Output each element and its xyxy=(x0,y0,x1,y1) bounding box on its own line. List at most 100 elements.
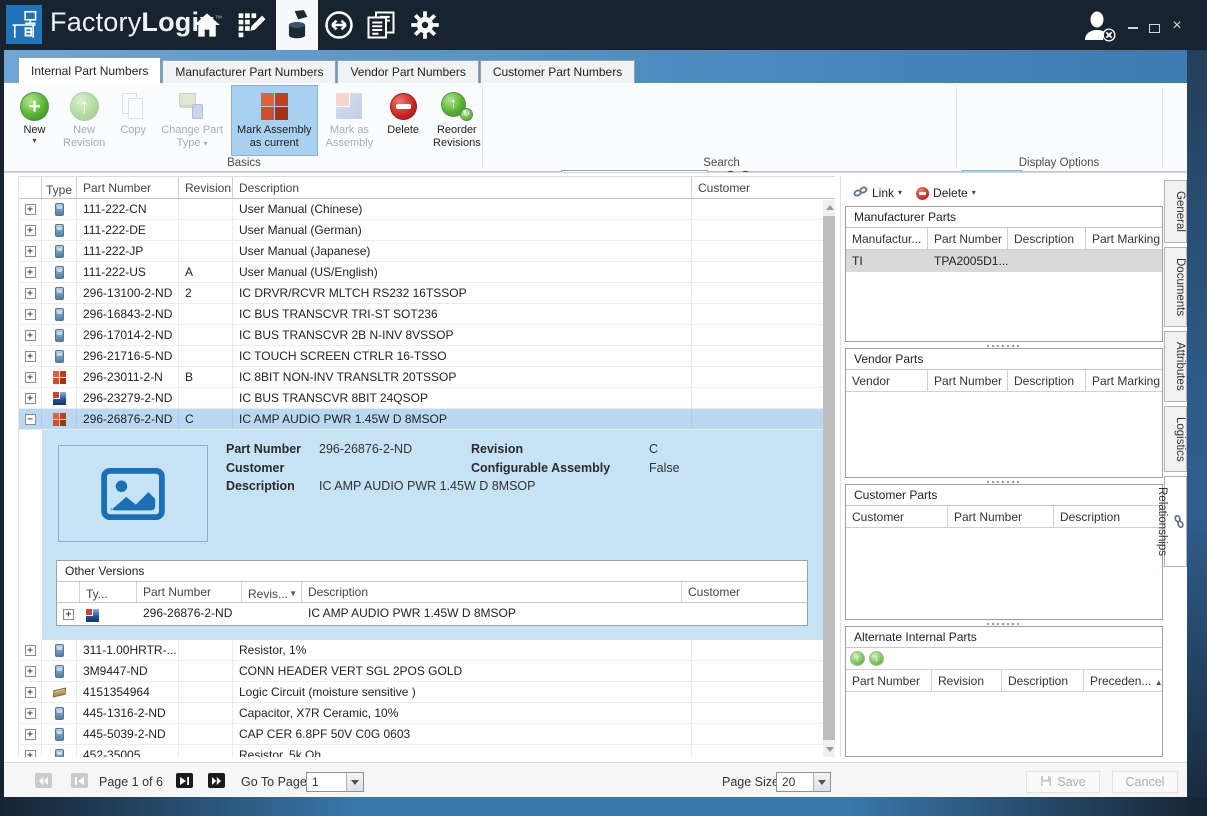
column-header-part-marking[interactable]: Part Marking xyxy=(1086,228,1162,249)
save-button[interactable]: Save xyxy=(1026,771,1100,793)
column-header-customer[interactable]: Customer xyxy=(846,506,948,527)
expand-row-button[interactable]: + xyxy=(24,749,36,757)
section-alternate-internal-parts: Alternate Internal Parts ↑ ↓ Part Number… xyxy=(845,626,1163,757)
settings-gear-icon[interactable] xyxy=(408,8,442,42)
minimize-button[interactable] xyxy=(1126,22,1140,34)
expand-row-button[interactable]: + xyxy=(24,665,36,677)
home-icon[interactable] xyxy=(190,8,224,42)
grid-row-296-17014-2-nd[interactable]: + 296-17014-2-ND IC BUS TRANSCVR 2B N-IN… xyxy=(19,325,835,346)
column-header-preceden[interactable]: Preceden... ▲ xyxy=(1084,670,1162,691)
tab-vendor-part-numbers[interactable]: Vendor Part Numbers xyxy=(337,60,479,83)
side-tab-attributes[interactable]: Attributes xyxy=(1164,331,1187,402)
expand-row-button[interactable]: + xyxy=(24,245,36,257)
column-header-description[interactable]: Description xyxy=(233,177,692,198)
grid-row-296-26876-2-nd[interactable]: − 296-26876-2-ND C IC AMP AUDIO PWR 1.45… xyxy=(19,409,835,430)
column-header-part-number[interactable]: Part Number xyxy=(928,370,1008,391)
side-tab-documents[interactable]: Documents xyxy=(1164,246,1187,328)
table-row[interactable]: TI TPA2005D1... xyxy=(846,250,1162,272)
grid-row-111-222-de[interactable]: + 111-222-DE User Manual (German) xyxy=(19,220,835,241)
new-button[interactable]: + New ▾ xyxy=(14,85,55,156)
tab-internal-part-numbers[interactable]: Internal Part Numbers xyxy=(18,57,162,83)
reports-icon[interactable] xyxy=(364,8,398,42)
delete-link-button[interactable]: Delete ▾ xyxy=(912,184,980,202)
scroll-up-icon[interactable] xyxy=(823,200,835,215)
side-tab-relationships[interactable]: Relationships xyxy=(1156,476,1187,568)
mark-assembly-as-current-button[interactable]: Mark Assembly as current xyxy=(230,85,318,156)
column-header-part-number[interactable]: Part Number xyxy=(846,670,932,691)
column-header-part-number[interactable]: Part Number xyxy=(928,228,1008,249)
tab-manufacturer-part-numbers[interactable]: Manufacturer Part Numbers xyxy=(162,60,337,83)
expand-row-button[interactable]: + xyxy=(24,707,36,719)
expand-row-button[interactable]: + xyxy=(24,329,36,341)
cancel-button[interactable]: Cancel xyxy=(1112,771,1178,793)
other-version-row[interactable]: + 296-26876-2-ND IC AMP AUDIO PWR 1.45W … xyxy=(57,603,807,625)
expand-row-button[interactable]: + xyxy=(24,728,36,740)
column-header-part-number[interactable]: Part Number xyxy=(77,177,179,198)
previous-page-button[interactable] xyxy=(71,773,88,788)
go-to-page-select[interactable]: 1 xyxy=(306,772,364,792)
column-header-description[interactable]: Description xyxy=(1054,506,1162,527)
grid-row-311-1-00hrtr[interactable]: + 311-1.00HRTR-... Resistor, 1% xyxy=(19,640,835,661)
column-header-customer[interactable]: Customer xyxy=(692,177,823,198)
column-header-type[interactable]: Type xyxy=(42,177,77,198)
scroll-down-icon[interactable] xyxy=(823,742,835,757)
next-page-button[interactable] xyxy=(176,773,193,788)
expand-row-button[interactable]: + xyxy=(24,308,36,320)
grid-row-4151354964[interactable]: + 4151354964 Logic Circuit (moisture sen… xyxy=(19,682,835,703)
page-size-select[interactable]: 20 xyxy=(776,772,831,792)
grid-row-111-222-us[interactable]: + 111-222-US A User Manual (US/English) xyxy=(19,262,835,283)
grid-row-3m9447-nd[interactable]: + 3M9447-ND CONN HEADER VERT SGL 2POS GO… xyxy=(19,661,835,682)
collapse-row-button[interactable]: − xyxy=(24,413,36,425)
grid-row-452-35005[interactable]: + 452-35005 Resistor, 5k Oh xyxy=(19,745,835,757)
expand-row-button[interactable]: + xyxy=(63,608,74,620)
column-header-part-number[interactable]: Part Number xyxy=(948,506,1054,527)
column-header-revision[interactable]: Revision xyxy=(179,177,233,198)
grid-row-445-1316-2-nd[interactable]: + 445-1316-2-ND Capacitor, X7R Ceramic, … xyxy=(19,703,835,724)
expand-row-button[interactable]: + xyxy=(24,287,36,299)
link-button[interactable]: Link ▾ xyxy=(849,184,906,202)
column-header-vendor[interactable]: Vendor xyxy=(846,370,928,391)
column-header-revision[interactable]: Revision xyxy=(932,670,1002,691)
column-header-description[interactable]: Description xyxy=(1008,228,1086,249)
expand-row-button[interactable]: + xyxy=(24,203,36,215)
column-header-part-marking[interactable]: Part Marking xyxy=(1086,370,1162,391)
grid-row-111-222-jp[interactable]: + 111-222-JP User Manual (Japanese) xyxy=(19,241,835,262)
mark-as-assembly-button: Mark as Assembly xyxy=(320,85,380,156)
move-down-button[interactable]: ↓ xyxy=(869,651,884,666)
grid-row-111-222-cn[interactable]: + 111-222-CN User Manual (Chinese) xyxy=(19,199,835,220)
maximize-button[interactable] xyxy=(1149,24,1160,33)
move-up-button[interactable]: ↑ xyxy=(850,651,865,666)
first-page-button[interactable] xyxy=(35,773,52,788)
grid-row-296-23011-2-n[interactable]: + 296-23011-2-N B IC 8BIT NON-INV TRANSL… xyxy=(19,367,835,388)
reorder-revisions-button[interactable]: ↑ ↻ Reorder Revisions xyxy=(427,85,487,156)
expand-row-button[interactable]: + xyxy=(24,266,36,278)
delete-button[interactable]: Delete xyxy=(381,85,425,156)
grid-row-296-13100-2-nd[interactable]: + 296-13100-2-ND 2 IC DRVR/RCVR MLTCH RS… xyxy=(19,283,835,304)
column-header-description[interactable]: Description xyxy=(1002,670,1084,691)
grid-row-296-21716-5-nd[interactable]: + 296-21716-5-ND IC TOUCH SCREEN CTRLR 1… xyxy=(19,346,835,367)
user-logout-icon[interactable] xyxy=(1082,10,1118,45)
transfer-icon[interactable] xyxy=(322,8,356,42)
expand-row-button[interactable]: + xyxy=(24,224,36,236)
side-tab-general[interactable]: General xyxy=(1164,180,1187,243)
grid-row-296-23279-2-nd[interactable]: + 296-23279-2-ND IC BUS TRANSCVR 8BIT 24… xyxy=(19,388,835,409)
grid-row-445-5039-2-nd[interactable]: + 445-5039-2-ND CAP CER 6.8PF 50V C0G 06… xyxy=(19,724,835,745)
sort-asc-icon: ▲ xyxy=(1154,678,1162,687)
tab-customer-part-numbers[interactable]: Customer Part Numbers xyxy=(479,60,636,83)
expand-row-button[interactable]: + xyxy=(24,644,36,656)
part-image-placeholder[interactable] xyxy=(58,445,208,542)
scrollbar-thumb[interactable] xyxy=(823,216,835,740)
close-button[interactable]: × xyxy=(1169,16,1185,36)
expand-row-button[interactable]: + xyxy=(24,371,36,383)
column-header-manufactur[interactable]: Manufactur... xyxy=(846,228,928,249)
grid-row-296-16843-2-nd[interactable]: + 296-16843-2-ND IC BUS TRANSCVR TRI-ST … xyxy=(19,304,835,325)
grid-scrollbar[interactable] xyxy=(823,200,835,757)
parts-library-icon-active[interactable] xyxy=(276,0,318,50)
expand-row-button[interactable]: + xyxy=(24,350,36,362)
expand-row-button[interactable]: + xyxy=(24,686,36,698)
column-header-description[interactable]: Description xyxy=(1008,370,1086,391)
planning-grid-pencil-icon[interactable] xyxy=(234,8,268,42)
side-tab-logistics[interactable]: Logistics xyxy=(1164,405,1187,473)
expand-row-button[interactable]: + xyxy=(24,392,36,404)
last-page-button[interactable] xyxy=(208,773,225,788)
